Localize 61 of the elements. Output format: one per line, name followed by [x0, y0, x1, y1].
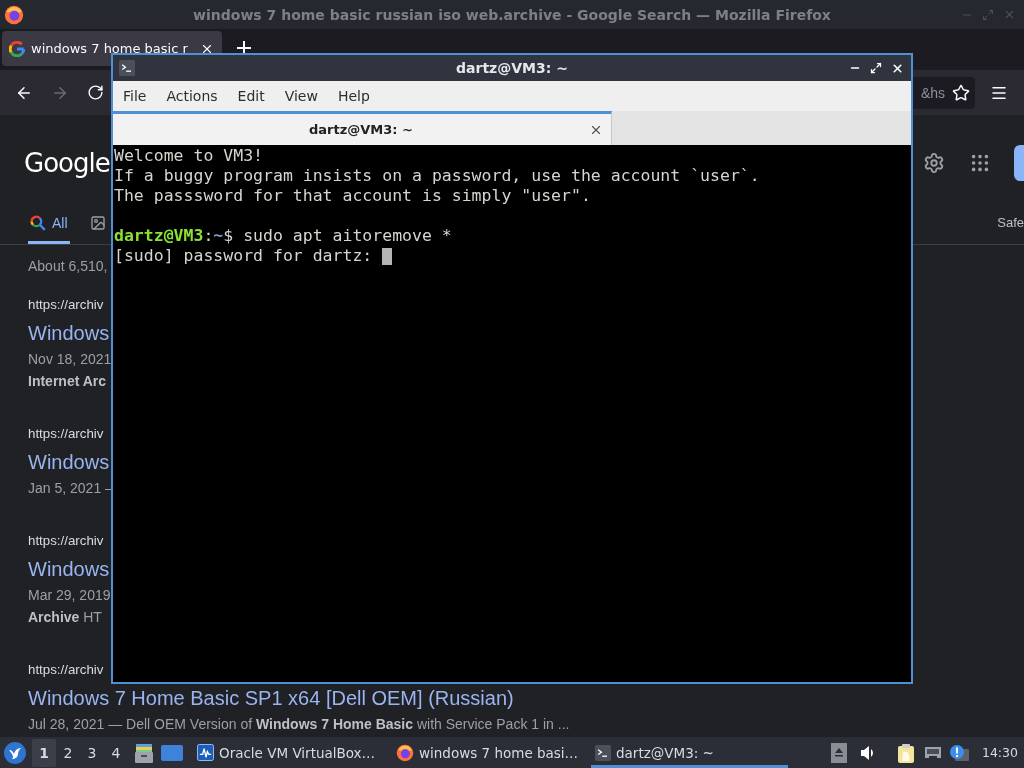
notification-icon[interactable] — [948, 743, 969, 762]
result-url: https://archiv — [28, 532, 104, 550]
safesearch-label[interactable]: Safe — [997, 215, 1024, 230]
terminal-line: The passsword for that account is simply "user". — [114, 186, 591, 206]
terminal-line: [sudo] password for dartz: — [114, 246, 373, 266]
taskbar-task[interactable]: windows 7 home basi… — [392, 737, 589, 768]
result-url: https://archiv — [28, 425, 104, 443]
image-icon[interactable] — [89, 215, 106, 231]
eject-icon[interactable] — [830, 742, 847, 763]
workspace-button[interactable]: 4 — [104, 738, 128, 767]
terminal-title: dartz@VM3: ~ — [455, 60, 569, 76]
menu-item[interactable]: Edit — [227, 88, 275, 104]
header-button[interactable] — [1014, 145, 1024, 181]
search-icon — [30, 215, 46, 231]
close-icon[interactable] — [891, 61, 904, 75]
new-tab-icon[interactable] — [236, 41, 252, 53]
browser-logo-icon — [396, 743, 414, 762]
workspace-button[interactable]: 1 — [32, 738, 56, 767]
result-snippet: Internet Arc — [28, 372, 107, 391]
result-stats: About 6,510, — [28, 257, 108, 276]
terminal-tab[interactable]: dartz@VM3: ~ — [113, 111, 612, 145]
result-url: https://archiv — [28, 661, 104, 679]
workspace-button[interactable]: 3 — [80, 738, 104, 767]
bird-logo-icon[interactable] — [4, 741, 26, 764]
browser-logo-icon — [4, 4, 24, 25]
result-title-link[interactable]: Windows — [28, 447, 110, 477]
result-snippet: Mar 29, 2019 — [28, 586, 111, 605]
workspace-button[interactable]: 2 — [56, 738, 80, 767]
show-desktop-icon[interactable] — [161, 743, 183, 762]
menu-item[interactable]: Help — [327, 88, 380, 104]
terminal-icon — [119, 60, 135, 76]
result-title-link[interactable]: Windows — [28, 318, 110, 348]
result-title-link[interactable]: Windows 7 Home Basic SP1 x64 [Dell OEM] (Russian) — [28, 683, 514, 713]
menu-item[interactable]: Actions — [156, 88, 228, 104]
maximize-icon[interactable] — [870, 62, 882, 74]
logo[interactable]: Google — [24, 148, 110, 178]
pulse-square-icon — [197, 744, 214, 761]
menu-item[interactable]: File — [113, 88, 157, 104]
g-logo-icon — [9, 40, 25, 57]
terminal-icon — [595, 744, 611, 761]
file-cabinet-icon[interactable] — [133, 741, 155, 764]
terminal-line: Welcome to VM3! — [114, 146, 263, 166]
result-snippet: Jul 28, 2021 — Dell OEM Version of Windows 7 Home Basic with Service Pack 1 in ... — [28, 715, 570, 734]
notes-icon[interactable] — [896, 742, 915, 763]
settings-icon[interactable] — [923, 152, 945, 174]
terminal-prompt-line: dartz@VM3:~$ sudo apt aitoremove * — [114, 226, 452, 246]
apps-grid-icon[interactable] — [969, 152, 991, 174]
terminal-line: If a buggy program insists on a password, use the account `user`. — [114, 166, 760, 186]
star-icon[interactable] — [952, 83, 970, 102]
search-tab[interactable]: All — [28, 205, 70, 244]
taskbar-task[interactable]: Oracle VM VirtualBox… — [193, 737, 390, 768]
window-title: windows 7 home basic russian iso web.archive - Google Search — Mozilla Firefox — [192, 6, 832, 23]
taskbar-task[interactable]: dartz@VM3: ~ — [591, 737, 788, 768]
result-url: https://archiv — [28, 296, 104, 314]
menu-item[interactable]: View — [274, 88, 328, 104]
result-snippet: Archive HT — [28, 608, 102, 627]
clock: 14:30 — [981, 745, 1019, 760]
network-icon[interactable] — [923, 744, 942, 761]
result-snippet: Nov 18, 2021 — [28, 350, 112, 369]
reload-icon[interactable] — [87, 84, 104, 101]
result-title-link[interactable]: Windows — [28, 554, 110, 584]
